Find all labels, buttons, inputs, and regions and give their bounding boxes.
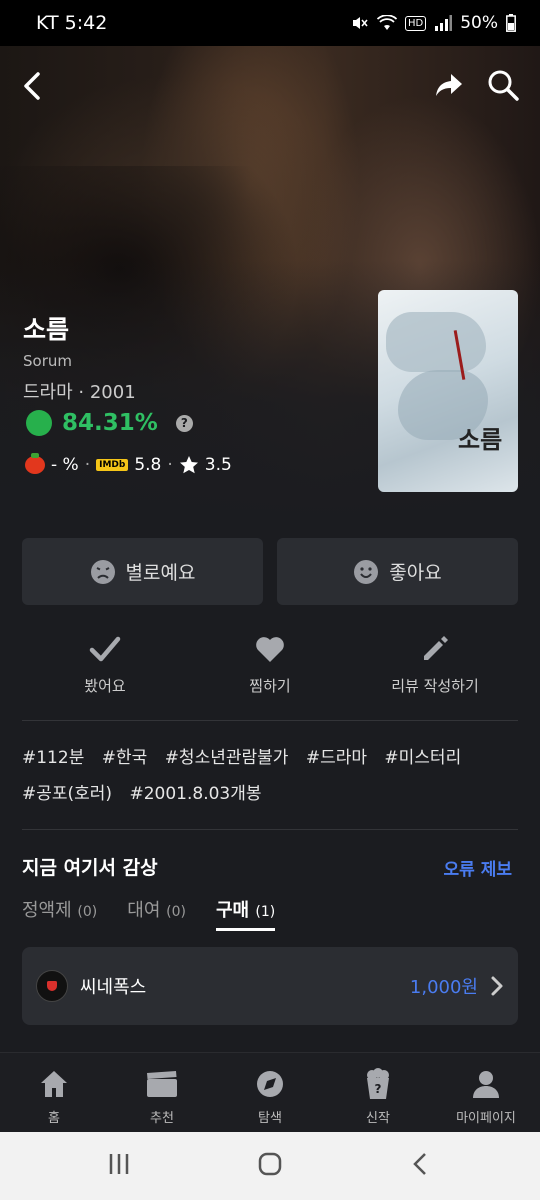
action-row: 봤어요 찜하기 리뷰 작성하기 <box>0 632 540 702</box>
wish-label: 찜하기 <box>249 677 291 695</box>
movie-title: 소름 <box>23 315 70 344</box>
search-icon[interactable] <box>486 68 520 102</box>
pencil-icon <box>424 636 448 660</box>
like-label: 좋아요 <box>389 562 442 584</box>
score-row: 84.31% ? <box>26 410 193 436</box>
compass-icon <box>257 1071 283 1097</box>
review-label: 리뷰 작성하기 <box>391 677 479 695</box>
nav-home[interactable]: 홈 <box>0 1067 108 1126</box>
happy-face-icon <box>354 559 379 584</box>
report-error-link[interactable]: 오류 제보 <box>444 855 512 880</box>
dislike-button[interactable]: 별로예요 <box>22 538 263 605</box>
movie-poster[interactable]: 소름 <box>378 290 518 492</box>
tomato-score: - % <box>51 455 79 475</box>
cinefox-logo-icon <box>36 970 68 1002</box>
score-percent: 84.31% <box>62 410 158 436</box>
imdb-icon: IMDb <box>96 459 129 471</box>
external-ratings: - % · IMDb 5.8 · 3.5 <box>25 453 232 475</box>
help-icon[interactable]: ? <box>175 414 193 432</box>
hd-badge: HD <box>404 15 427 31</box>
provider-row[interactable]: 씨네폭스 1,000원 <box>22 947 518 1025</box>
tab-rental[interactable]: 대여 (0) <box>127 896 186 931</box>
share-icon[interactable] <box>434 70 464 100</box>
nav-recommend[interactable]: 추천 <box>108 1067 216 1126</box>
tag[interactable]: #드라마 <box>306 748 367 768</box>
nav-new[interactable]: ? 신작 <box>324 1067 432 1126</box>
nav-explore[interactable]: 탐색 <box>216 1067 324 1126</box>
tag[interactable]: #공포(호러) <box>22 784 112 804</box>
tag-list: #112분 #한국 #청소년관람불가 #드라마 #미스터리 #공포(호러) #2… <box>22 740 522 812</box>
star-score: 3.5 <box>204 455 232 475</box>
tomato-icon <box>25 453 45 474</box>
watched-label: 봤어요 <box>84 677 126 695</box>
star-icon <box>179 456 198 474</box>
popcorn-icon: ? <box>367 1068 389 1099</box>
poster-title: 소름 <box>458 426 503 454</box>
score-dot-icon <box>26 410 52 436</box>
tab-subscription[interactable]: 정액제 (0) <box>22 896 97 931</box>
system-nav-bar <box>0 1132 540 1200</box>
check-icon <box>89 636 121 662</box>
tag[interactable]: #한국 <box>102 748 148 768</box>
status-time: KT 5:42 <box>36 12 108 34</box>
write-review-button[interactable]: 리뷰 작성하기 <box>355 632 515 696</box>
like-button[interactable]: 좋아요 <box>277 538 518 605</box>
home-icon <box>41 1071 67 1097</box>
user-icon <box>473 1071 499 1098</box>
imdb-score: 5.8 <box>134 455 162 475</box>
heart-icon <box>256 637 284 662</box>
signal-icon <box>435 15 453 31</box>
tag[interactable]: #청소년관람불가 <box>165 748 289 768</box>
watch-section-title: 지금 여기서 감상 <box>22 857 158 879</box>
tag[interactable]: #112분 <box>22 748 84 768</box>
nav-mypage[interactable]: 마이페이지 <box>432 1067 540 1126</box>
divider <box>22 829 518 830</box>
dislike-label: 별로예요 <box>125 562 196 584</box>
movie-original-title: Sorum <box>23 352 72 370</box>
tag[interactable]: #2001.8.03개봉 <box>129 784 261 804</box>
mute-icon <box>352 17 368 29</box>
movie-genre-year: 드라마 · 2001 <box>23 382 136 403</box>
recent-apps-icon[interactable] <box>108 1152 130 1176</box>
back-arrow-icon[interactable] <box>18 68 48 104</box>
battery-icon <box>506 14 516 32</box>
tab-purchase[interactable]: 구매 (1) <box>215 896 276 931</box>
home-button-icon[interactable] <box>258 1152 282 1176</box>
top-nav <box>0 64 540 108</box>
back-button-icon[interactable] <box>410 1152 430 1176</box>
wifi-icon <box>376 15 397 30</box>
bottom-nav: 홈 추천 탐색 ? 신작 마이페이지 <box>0 1052 540 1132</box>
chevron-right-icon <box>491 976 503 996</box>
clapperboard-icon <box>147 1071 177 1097</box>
sad-face-icon <box>90 559 115 584</box>
battery-level: 50% <box>460 13 498 33</box>
provider-price: 1,000원 <box>409 977 478 998</box>
watched-button[interactable]: 봤어요 <box>25 632 185 696</box>
watch-tabs: 정액제 (0) 대여 (0) 구매 (1) <box>22 896 276 931</box>
status-bar: KT 5:42 HD 50% <box>0 0 540 46</box>
divider <box>22 720 518 721</box>
wish-button[interactable]: 찜하기 <box>190 632 350 696</box>
provider-name: 씨네폭스 <box>80 977 147 998</box>
status-icons: HD 50% <box>351 13 516 33</box>
svg-text:?: ? <box>375 1082 382 1096</box>
tag[interactable]: #미스터리 <box>384 748 461 768</box>
